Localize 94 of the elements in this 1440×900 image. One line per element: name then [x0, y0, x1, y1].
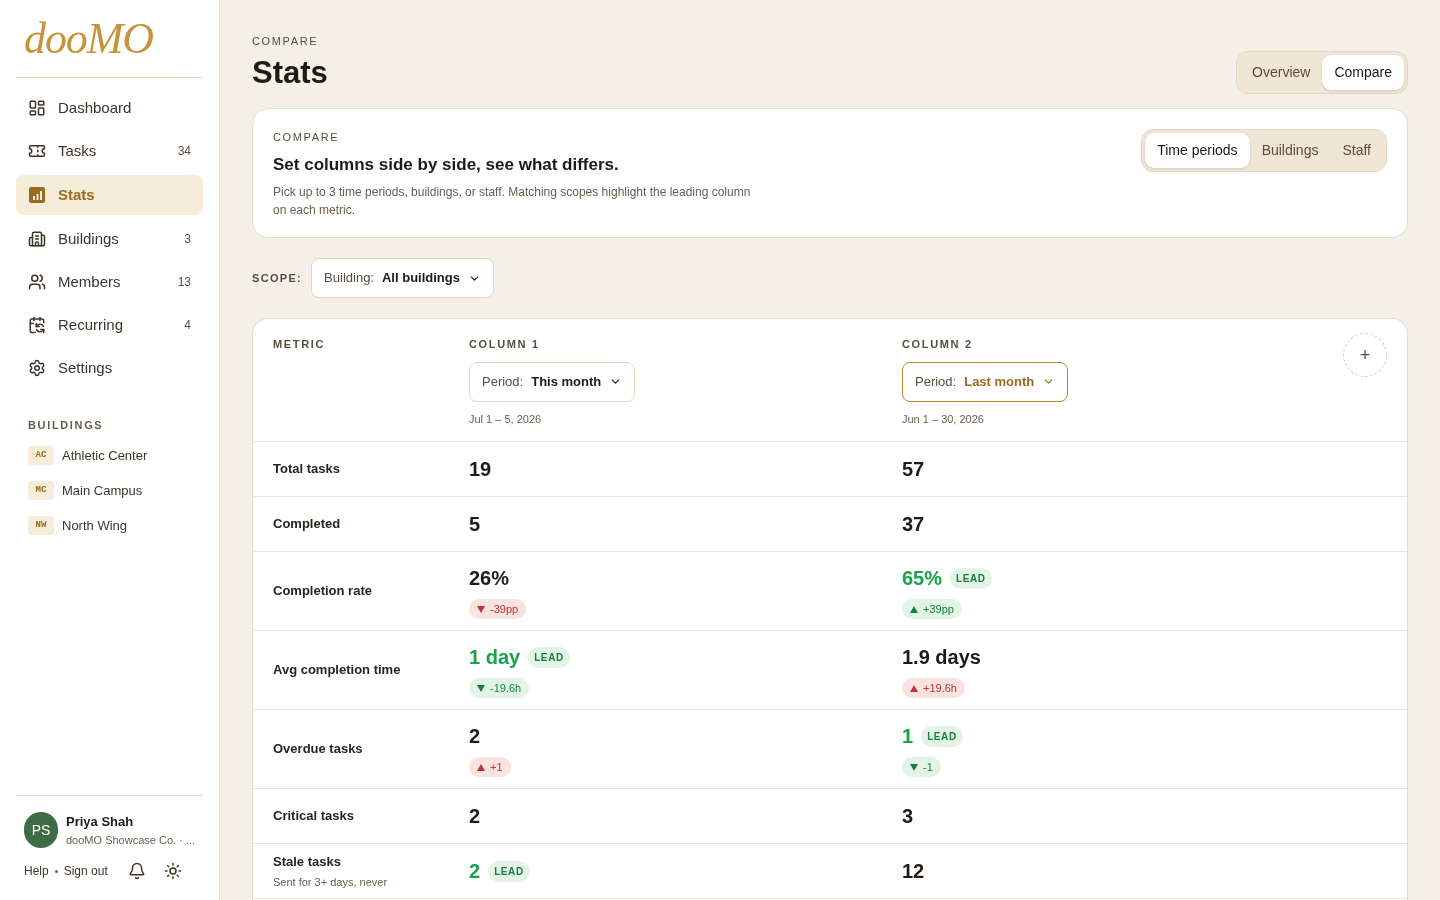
scope-dropdown[interactable]: Building: All buildings — [311, 258, 494, 298]
nav-count: 3 — [184, 231, 191, 248]
users-icon — [28, 273, 46, 291]
chart-icon — [28, 186, 46, 204]
building-code: NW — [28, 516, 54, 535]
delta-badge: -39pp — [469, 599, 527, 619]
metric-value: 37 — [902, 512, 925, 537]
ticket-icon — [28, 142, 46, 160]
segment-tab[interactable]: Buildings — [1249, 133, 1331, 168]
nav-item[interactable]: Buildings 3 — [16, 220, 203, 258]
date-range: Jun 1 – 30, 2026 — [902, 411, 984, 427]
dashboard-icon — [28, 99, 46, 117]
nav-item[interactable]: Tasks 34 — [16, 132, 203, 170]
building-icon — [28, 230, 46, 248]
segment-tab[interactable]: Time periods — [1145, 133, 1250, 168]
metric-label: Completed — [273, 515, 342, 534]
lead-badge: LEAD — [950, 567, 992, 589]
lead-badge: LEAD — [488, 860, 530, 882]
building-link[interactable]: MC Main Campus — [28, 478, 191, 503]
nav-label: Settings — [58, 357, 114, 378]
metric-value: 57 — [902, 457, 925, 482]
metric-value: 5 — [469, 512, 481, 537]
scope-label: SCOPE: — [252, 270, 303, 286]
section-heading: BUILDINGS — [27, 418, 105, 433]
metric-value: 2 — [469, 724, 481, 749]
nav-item[interactable]: Recurring 4 — [16, 306, 203, 344]
page-title: Stats — [252, 53, 328, 92]
building-code: AC — [28, 446, 54, 465]
settings-icon — [28, 359, 46, 377]
metric-label: Completion rate — [273, 582, 373, 601]
building-code: MC — [28, 481, 54, 500]
building-name: Main Campus — [62, 481, 143, 500]
delta-badge: -1 — [902, 757, 941, 777]
delta-badge: +19.6h — [902, 678, 965, 698]
nav-item[interactable]: Members 13 — [16, 263, 203, 301]
delta-badge: -19.6h — [469, 678, 530, 698]
footer-link[interactable]: Sign out — [63, 862, 108, 880]
metric-label: Stale tasks — [273, 853, 342, 871]
column-heading: METRIC — [273, 337, 327, 352]
nav-count: 13 — [177, 274, 191, 291]
card-description: Pick up to 3 time periods, buildings, or staff. Matching scopes highlight the leading column on each metric. — [273, 184, 752, 219]
card-eyebrow: COMPARE — [273, 130, 341, 145]
nav-item[interactable]: Stats — [16, 175, 203, 215]
nav-label: Tasks — [58, 140, 98, 161]
notifications-icon[interactable] — [127, 862, 146, 880]
building-link[interactable]: NW North Wing — [28, 513, 191, 538]
metric-value: 2 — [469, 804, 481, 829]
nav-count: 4 — [184, 317, 191, 334]
lead-badge: LEAD — [921, 725, 963, 747]
metric-value: 3 — [902, 804, 914, 829]
column-heading: COLUMN 2 — [902, 337, 973, 352]
metric-label: Avg completion time — [273, 661, 402, 680]
nav-label: Dashboard — [58, 97, 133, 118]
organization-name: dooMO Showcase Co. · ... — [66, 832, 195, 848]
date-range: Jul 1 – 5, 2026 — [469, 411, 542, 427]
metric-value: 1 — [902, 724, 914, 749]
sun-icon[interactable] — [163, 862, 182, 880]
metric-description: Sent for 3+ days, never — [273, 874, 389, 890]
segment-tab[interactable]: Compare — [1322, 55, 1404, 90]
metric-value: 26% — [469, 566, 510, 591]
period-dropdown[interactable]: Period: Last month — [902, 361, 1069, 402]
delta-badge: +39pp — [902, 599, 962, 619]
page-eyebrow: COMPARE — [252, 34, 320, 49]
metric-value: 2 — [469, 859, 481, 884]
user-name: Priya Shah — [66, 813, 135, 831]
metric-label: Overdue tasks — [273, 740, 364, 759]
avatar: PS — [24, 812, 58, 848]
calendar-icon — [28, 316, 46, 334]
nav-count: 34 — [177, 143, 191, 160]
metric-value: 12 — [902, 859, 925, 884]
lead-badge: LEAD — [528, 646, 570, 668]
metric-label: Critical tasks — [273, 807, 355, 826]
building-link[interactable]: AC Athletic Center — [28, 443, 191, 468]
building-name: Athletic Center — [62, 446, 148, 465]
segment-tab[interactable]: Overview — [1240, 55, 1323, 90]
nav-item[interactable]: Settings — [16, 349, 203, 387]
nav-label: Recurring — [58, 314, 125, 335]
column-heading: COLUMN 1 — [469, 337, 540, 352]
nav-label: Members — [58, 271, 122, 292]
nav-label: Stats — [58, 184, 96, 205]
metric-value: 19 — [469, 457, 492, 482]
nav-item[interactable]: Dashboard — [16, 89, 203, 127]
metric-value: 1.9 days — [902, 645, 981, 670]
metric-value: 1 day — [469, 645, 521, 670]
metric-label: Total tasks — [273, 460, 341, 479]
card-title: Set columns side by side, see what differs. — [273, 153, 620, 176]
logo: dooMO — [24, 16, 153, 61]
building-name: North Wing — [62, 516, 128, 535]
segment-tab[interactable]: Staff — [1330, 133, 1383, 168]
period-dropdown[interactable]: Period: This month — [469, 361, 636, 402]
nav-label: Buildings — [58, 228, 120, 249]
footer-link[interactable]: Help — [24, 862, 49, 880]
delta-badge: +1 — [469, 757, 511, 777]
metric-value: 65% — [902, 566, 943, 591]
